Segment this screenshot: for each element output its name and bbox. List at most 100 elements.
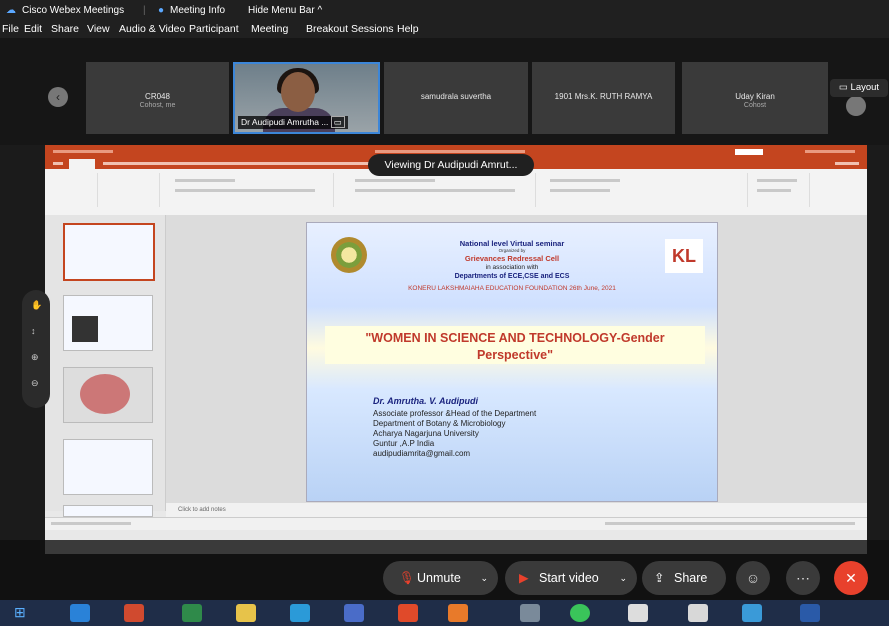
ppt-ribbon: [45, 169, 867, 216]
smiley-icon: ☺: [745, 570, 761, 586]
slide-author-email: audipudiamrita@gmail.com: [373, 449, 471, 458]
camera-off-icon: ▶: [519, 571, 529, 585]
slide-author-line: Acharya Nagarjuna University: [373, 429, 479, 438]
menu-breakout-sessions[interactable]: Breakout Sessions: [306, 23, 394, 35]
app-title: Cisco Webex Meetings: [22, 5, 125, 16]
slide-author-line: Guntur ,A.P India: [373, 439, 435, 448]
slide-line-2: Organized by: [498, 248, 526, 253]
start-video-button[interactable]: ▶ Start video ⌄: [505, 561, 637, 595]
unmute-button[interactable]: 🎙 Unmute ⌄: [383, 561, 498, 595]
share-button[interactable]: ⇪ Share: [642, 561, 726, 595]
whatsapp-icon[interactable]: [570, 604, 590, 622]
slide-line-3: Grievances Redressal Cell: [464, 254, 560, 263]
participant-name: Uday Kiran: [735, 92, 775, 101]
app-icon[interactable]: [628, 604, 648, 622]
chrome-icon[interactable]: [398, 604, 418, 622]
slide-thumbnail[interactable]: [63, 295, 153, 351]
chevron-down-icon[interactable]: ⌄: [619, 561, 627, 595]
more-options-button[interactable]: ⋯: [786, 561, 820, 595]
slide-author: Dr. Amrutha. V. Audipudi: [373, 396, 479, 406]
viewing-indicator[interactable]: Viewing Dr Audipudi Amrut...: [368, 154, 534, 176]
webex-logo-icon: ☁: [6, 5, 16, 16]
share-label: Share: [674, 571, 708, 585]
menu-file[interactable]: File: [2, 23, 19, 35]
active-speaker-video[interactable]: Dr Audipudi Amrutha ... ▭: [233, 62, 380, 134]
participant-role: Cohost, me: [139, 102, 176, 109]
meeting-info-button[interactable]: Meeting Info: [170, 5, 225, 16]
edge-icon[interactable]: [70, 604, 90, 622]
current-slide: KL National level Virtual seminar Organi…: [306, 222, 718, 502]
slide-line-5: Departments of ECE,CSE and ECS: [454, 273, 570, 280]
slide-author-line: Department of Botany & Microbiology: [373, 419, 506, 428]
share-bottom-band: [45, 540, 867, 554]
participant-name: 1901 Mrs.K. RUTH RAMYA: [554, 92, 653, 101]
participant-tile[interactable]: 1901 Mrs.K. RUTH RAMYA: [532, 62, 675, 134]
reactions-button[interactable]: ☺: [736, 561, 770, 595]
slide-thumbnail[interactable]: [63, 505, 153, 517]
annotation-toolbar: ✋ ↕ ⊕ ⊖: [22, 290, 50, 408]
layout-icon: ▭: [838, 82, 848, 93]
notes-pane[interactable]: Click to add notes: [166, 503, 867, 517]
speaker-name-label: Dr Audipudi Amrutha ... ▭: [238, 116, 348, 129]
pointer-icon[interactable]: ↕: [31, 326, 41, 336]
slide-title-line-2: Perspective": [476, 348, 554, 362]
menu-audio-video[interactable]: Audio & Video: [119, 23, 185, 35]
slide-author-line: Associate professor &Head of the Departm…: [373, 409, 537, 418]
microphone-muted-icon: 🎙: [399, 571, 415, 585]
tool-icon[interactable]: [520, 604, 540, 622]
slide-thumbnails-pane: [45, 215, 166, 517]
unmute-label: Unmute: [417, 571, 461, 585]
slide-thumbnail[interactable]: [63, 439, 153, 495]
menu-share[interactable]: Share: [51, 23, 79, 35]
slide-line-6: KONERU LAKSHMAIAHA EDUCATION FOUNDATION …: [408, 285, 616, 292]
zoom-out-icon[interactable]: ⊖: [31, 378, 41, 388]
participant-name: samudrala suvertha: [420, 92, 492, 101]
firefox-icon[interactable]: [448, 604, 468, 622]
file-explorer-icon[interactable]: [236, 604, 256, 622]
start-video-label: Start video: [539, 571, 599, 585]
slide-thumbnail[interactable]: [63, 367, 153, 423]
participant-tile[interactable]: Uday Kiran Cohost: [682, 62, 828, 134]
mail-icon[interactable]: [344, 604, 364, 622]
hand-icon[interactable]: ✋: [31, 300, 42, 310]
store-icon[interactable]: [182, 604, 202, 622]
menu-view[interactable]: View: [87, 23, 110, 35]
close-icon: ✕: [845, 570, 857, 586]
slide-title-line-1: "WOMEN IN SCIENCE AND TECHNOLOGY-Gender: [365, 331, 665, 345]
webex-taskbar-icon[interactable]: [742, 604, 762, 622]
browser-icon[interactable]: [290, 604, 310, 622]
leave-meeting-button[interactable]: ✕: [834, 561, 868, 595]
screen-share-icon: ▭: [330, 116, 345, 128]
word-icon[interactable]: [800, 604, 820, 622]
clipboard-group: [49, 173, 98, 207]
notes-placeholder: Click to add notes: [178, 507, 226, 513]
ppt-status-bar: [45, 517, 867, 530]
share-icon: ⇪: [654, 571, 665, 585]
title-separator: |: [143, 5, 146, 16]
next-participants-button[interactable]: [846, 96, 866, 116]
layout-label: Layout: [850, 82, 880, 93]
zoom-in-icon[interactable]: ⊕: [31, 352, 41, 362]
info-icon: ●: [158, 5, 165, 16]
slide-thumbnail[interactable]: [63, 223, 155, 281]
powerpoint-icon[interactable]: [124, 604, 144, 622]
speaker-face: [281, 72, 315, 112]
chevron-down-icon[interactable]: ⌄: [480, 561, 488, 595]
previous-participants-button[interactable]: ‹: [48, 87, 68, 107]
chrome-alt-icon[interactable]: [688, 604, 708, 622]
title-bar: ☁ Cisco Webex Meetings | ● Meeting Info …: [0, 0, 889, 20]
menu-help[interactable]: Help: [397, 23, 419, 35]
slides-group: [99, 173, 160, 207]
menu-meeting[interactable]: Meeting: [251, 23, 288, 35]
slide-line-1: National level Virtual seminar: [459, 239, 565, 248]
participant-role: Cohost: [743, 102, 767, 109]
menu-bar: File Edit Share View Audio & Video Parti…: [0, 20, 889, 38]
participant-tile[interactable]: CR048 Cohost, me: [86, 62, 229, 134]
slide-title-box: "WOMEN IN SCIENCE AND TECHNOLOGY-Gender …: [325, 326, 705, 364]
participant-tile[interactable]: samudrala suvertha: [384, 62, 528, 134]
hide-menu-button[interactable]: Hide Menu Bar ^: [248, 5, 322, 16]
menu-edit[interactable]: Edit: [24, 23, 42, 35]
windows-start-icon[interactable]: ⊞: [14, 604, 34, 622]
menu-participant[interactable]: Participant: [189, 23, 239, 35]
layout-button[interactable]: ▭ Layout: [830, 79, 888, 97]
